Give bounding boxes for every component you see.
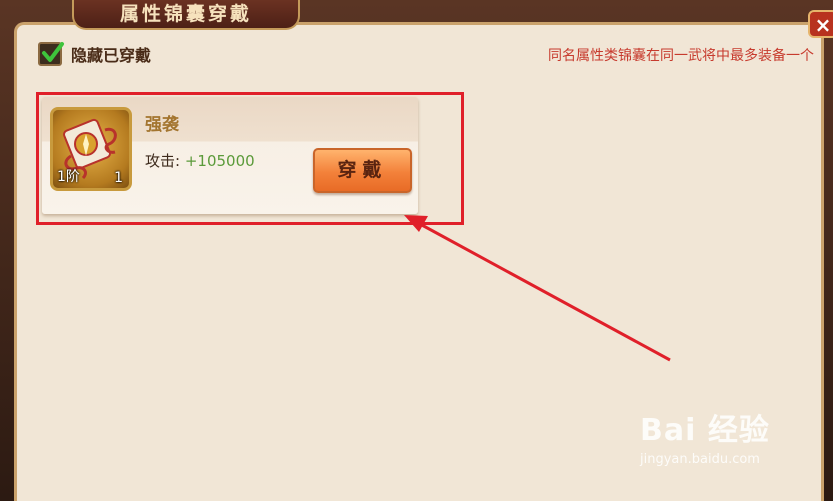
baidu-watermark: Bai 经验 jingyan.baidu.com [640, 405, 810, 475]
watermark-site: jingyan.baidu.com [640, 452, 760, 467]
watermark-logo: Bai 经验 [640, 413, 770, 448]
